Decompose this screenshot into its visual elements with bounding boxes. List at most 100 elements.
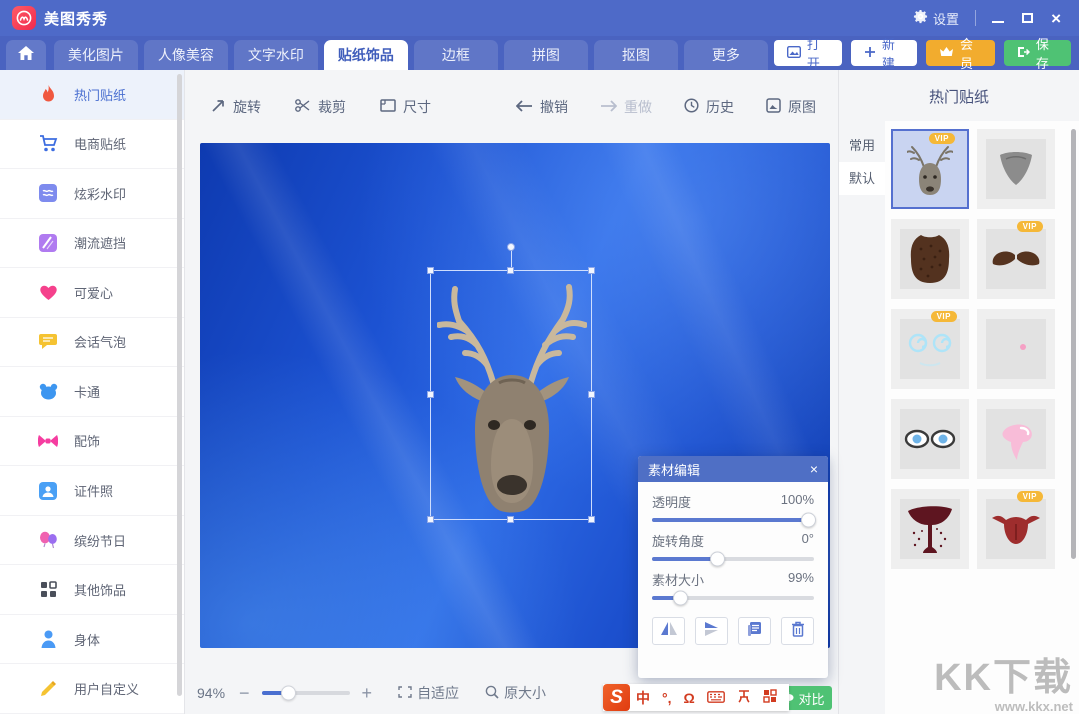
new-button[interactable]: 新建 xyxy=(851,40,917,66)
pencil-icon xyxy=(38,679,58,699)
tab-stickers[interactable]: 贴纸饰品 xyxy=(324,40,408,70)
delete-material-button[interactable] xyxy=(781,617,814,645)
red-tongue-icon xyxy=(986,499,1046,559)
tab-more[interactable]: 更多 xyxy=(684,40,768,70)
flip-vertical-button[interactable] xyxy=(695,617,728,645)
resize-handle-e[interactable] xyxy=(588,391,595,398)
material-edit-header[interactable]: 素材编辑 × xyxy=(638,456,828,482)
sidebar-item-body[interactable]: 身体 xyxy=(0,615,184,665)
material-size-slider[interactable] xyxy=(652,596,814,600)
sticker-thumb-deer-head[interactable]: VIP xyxy=(891,129,969,209)
resize-handle-nw[interactable] xyxy=(427,267,434,274)
close-button[interactable]: × xyxy=(1051,10,1061,27)
ime-tool-icon[interactable] xyxy=(731,689,757,706)
sidebar-item-accessories[interactable]: 配饰 xyxy=(0,417,184,467)
ime-punctuation-button[interactable]: °, xyxy=(656,690,678,706)
sticker-thumb-fur-vest[interactable] xyxy=(891,219,969,299)
sidebar-item-speech-bubbles[interactable]: 会话气泡 xyxy=(0,318,184,368)
material-edit-panel: 素材编辑 × 透明度 100% 旋转角度 0° xyxy=(638,456,828,678)
tab-portrait[interactable]: 人像美容 xyxy=(144,40,228,70)
sticker-thumb-pink-dot[interactable] xyxy=(977,309,1055,389)
sticker-thumb-cartoon-eyes[interactable] xyxy=(891,399,969,479)
copy-material-button[interactable] xyxy=(738,617,771,645)
history-button[interactable]: 历史 xyxy=(684,97,734,117)
sidebar-item-trend-mask[interactable]: 潮流遮挡 xyxy=(0,219,184,269)
sidebar-item-hot-stickers[interactable]: 热门贴纸 xyxy=(0,70,184,120)
size-button[interactable]: 尺寸 xyxy=(380,97,431,117)
zoom-slider[interactable] xyxy=(262,691,350,695)
undo-button[interactable]: 撤销 xyxy=(516,97,568,117)
sticker-grid-area: VIP xyxy=(885,121,1079,714)
ime-logo-icon[interactable]: S xyxy=(603,684,630,711)
sticker-thumb-wine-splash[interactable] xyxy=(891,489,969,569)
sticker-thumb-red-tongue[interactable]: VIP xyxy=(977,489,1055,569)
sticker-thumb-glow-spiral-eyes[interactable]: VIP xyxy=(891,309,969,389)
pink-dot-icon xyxy=(986,319,1046,379)
ime-toolbox-icon[interactable] xyxy=(757,689,783,706)
open-button[interactable]: 打开 xyxy=(774,40,842,66)
sidebar-item-id-photo[interactable]: 证件照 xyxy=(0,466,184,516)
home-tab[interactable] xyxy=(6,40,46,70)
original-image-button[interactable]: 原图 xyxy=(766,97,816,117)
opacity-slider-thumb[interactable] xyxy=(801,513,816,528)
sidebar-item-colorful-watermark[interactable]: 炫彩水印 xyxy=(0,169,184,219)
rotate-button[interactable]: 旋转 xyxy=(211,97,261,117)
sidebar-item-cartoon[interactable]: 卡通 xyxy=(0,367,184,417)
resize-handle-se[interactable] xyxy=(588,516,595,523)
sidebar-item-cute-hearts[interactable]: 可爱心 xyxy=(0,268,184,318)
sidebar-item-other-ornaments[interactable]: 其他饰品 xyxy=(0,565,184,615)
resize-handle-ne[interactable] xyxy=(588,267,595,274)
resize-handle-n[interactable] xyxy=(507,267,514,274)
zoom-in-button[interactable]: + xyxy=(362,683,373,704)
opacity-slider[interactable] xyxy=(652,518,814,522)
settings-button[interactable]: 设置 xyxy=(913,9,959,28)
opacity-label: 透明度 xyxy=(652,492,691,511)
tab-cutout[interactable]: 抠图 xyxy=(594,40,678,70)
deer-head-sticker[interactable] xyxy=(437,279,587,520)
minimize-button[interactable] xyxy=(992,13,1004,23)
tab-common[interactable]: 常用 xyxy=(839,129,885,162)
fit-to-screen-button[interactable]: 自适应 xyxy=(398,683,459,703)
material-size-slider-thumb[interactable] xyxy=(673,591,688,606)
zoom-out-button[interactable]: − xyxy=(239,683,250,704)
zoom-slider-thumb[interactable] xyxy=(281,686,296,701)
tab-default[interactable]: 默认 xyxy=(839,162,885,195)
redo-button[interactable]: 重做 xyxy=(600,97,652,117)
ime-mode-button[interactable]: 中 xyxy=(630,688,656,708)
sidebar-scrollbar[interactable] xyxy=(177,74,182,696)
ime-symbol-button[interactable]: Ω xyxy=(678,690,701,706)
ime-toolbar[interactable]: S 中 °, Ω xyxy=(603,684,789,711)
flip-horizontal-icon xyxy=(660,621,678,641)
app-logo-icon xyxy=(12,6,36,30)
crop-button[interactable]: 裁剪 xyxy=(295,97,346,117)
sticker-panel-scrollbar[interactable] xyxy=(1071,129,1076,559)
panel-close-button[interactable]: × xyxy=(810,461,818,477)
member-button[interactable]: 会员 xyxy=(926,40,995,66)
sidebar-item-festival[interactable]: 缤纷节日 xyxy=(0,516,184,566)
rotation-slider[interactable] xyxy=(652,557,814,561)
tab-text-watermark[interactable]: 文字水印 xyxy=(234,40,318,70)
flip-horizontal-button[interactable] xyxy=(652,617,685,645)
sticker-selection-box[interactable] xyxy=(430,270,592,520)
material-size-label: 素材大小 xyxy=(652,570,704,589)
ime-keyboard-icon[interactable] xyxy=(701,690,731,706)
tab-beautify[interactable]: 美化图片 xyxy=(54,40,138,70)
fit-icon xyxy=(398,685,412,701)
tab-collage[interactable]: 拼图 xyxy=(504,40,588,70)
original-size-button[interactable]: 原大小 xyxy=(485,683,546,703)
rotate-handle[interactable] xyxy=(507,243,515,251)
glow-spiral-eyes-icon xyxy=(900,319,960,379)
maximize-button[interactable] xyxy=(1022,13,1033,23)
sidebar-item-ecommerce-stickers[interactable]: 电商贴纸 xyxy=(0,120,184,170)
sidebar-item-custom[interactable]: 用户自定义 xyxy=(0,664,184,714)
rotate-handle-stick xyxy=(511,249,512,267)
rotation-slider-thumb[interactable] xyxy=(710,552,725,567)
resize-handle-w[interactable] xyxy=(427,391,434,398)
pink-swirl-icon xyxy=(986,409,1046,469)
tab-frame[interactable]: 边框 xyxy=(414,40,498,70)
resize-handle-sw[interactable] xyxy=(427,516,434,523)
sticker-thumb-gray-beard[interactable] xyxy=(977,129,1055,209)
sticker-thumb-pink-swirl[interactable] xyxy=(977,399,1055,479)
sticker-thumb-mustache[interactable]: VIP xyxy=(977,219,1055,299)
save-button[interactable]: 保存 xyxy=(1004,40,1071,66)
